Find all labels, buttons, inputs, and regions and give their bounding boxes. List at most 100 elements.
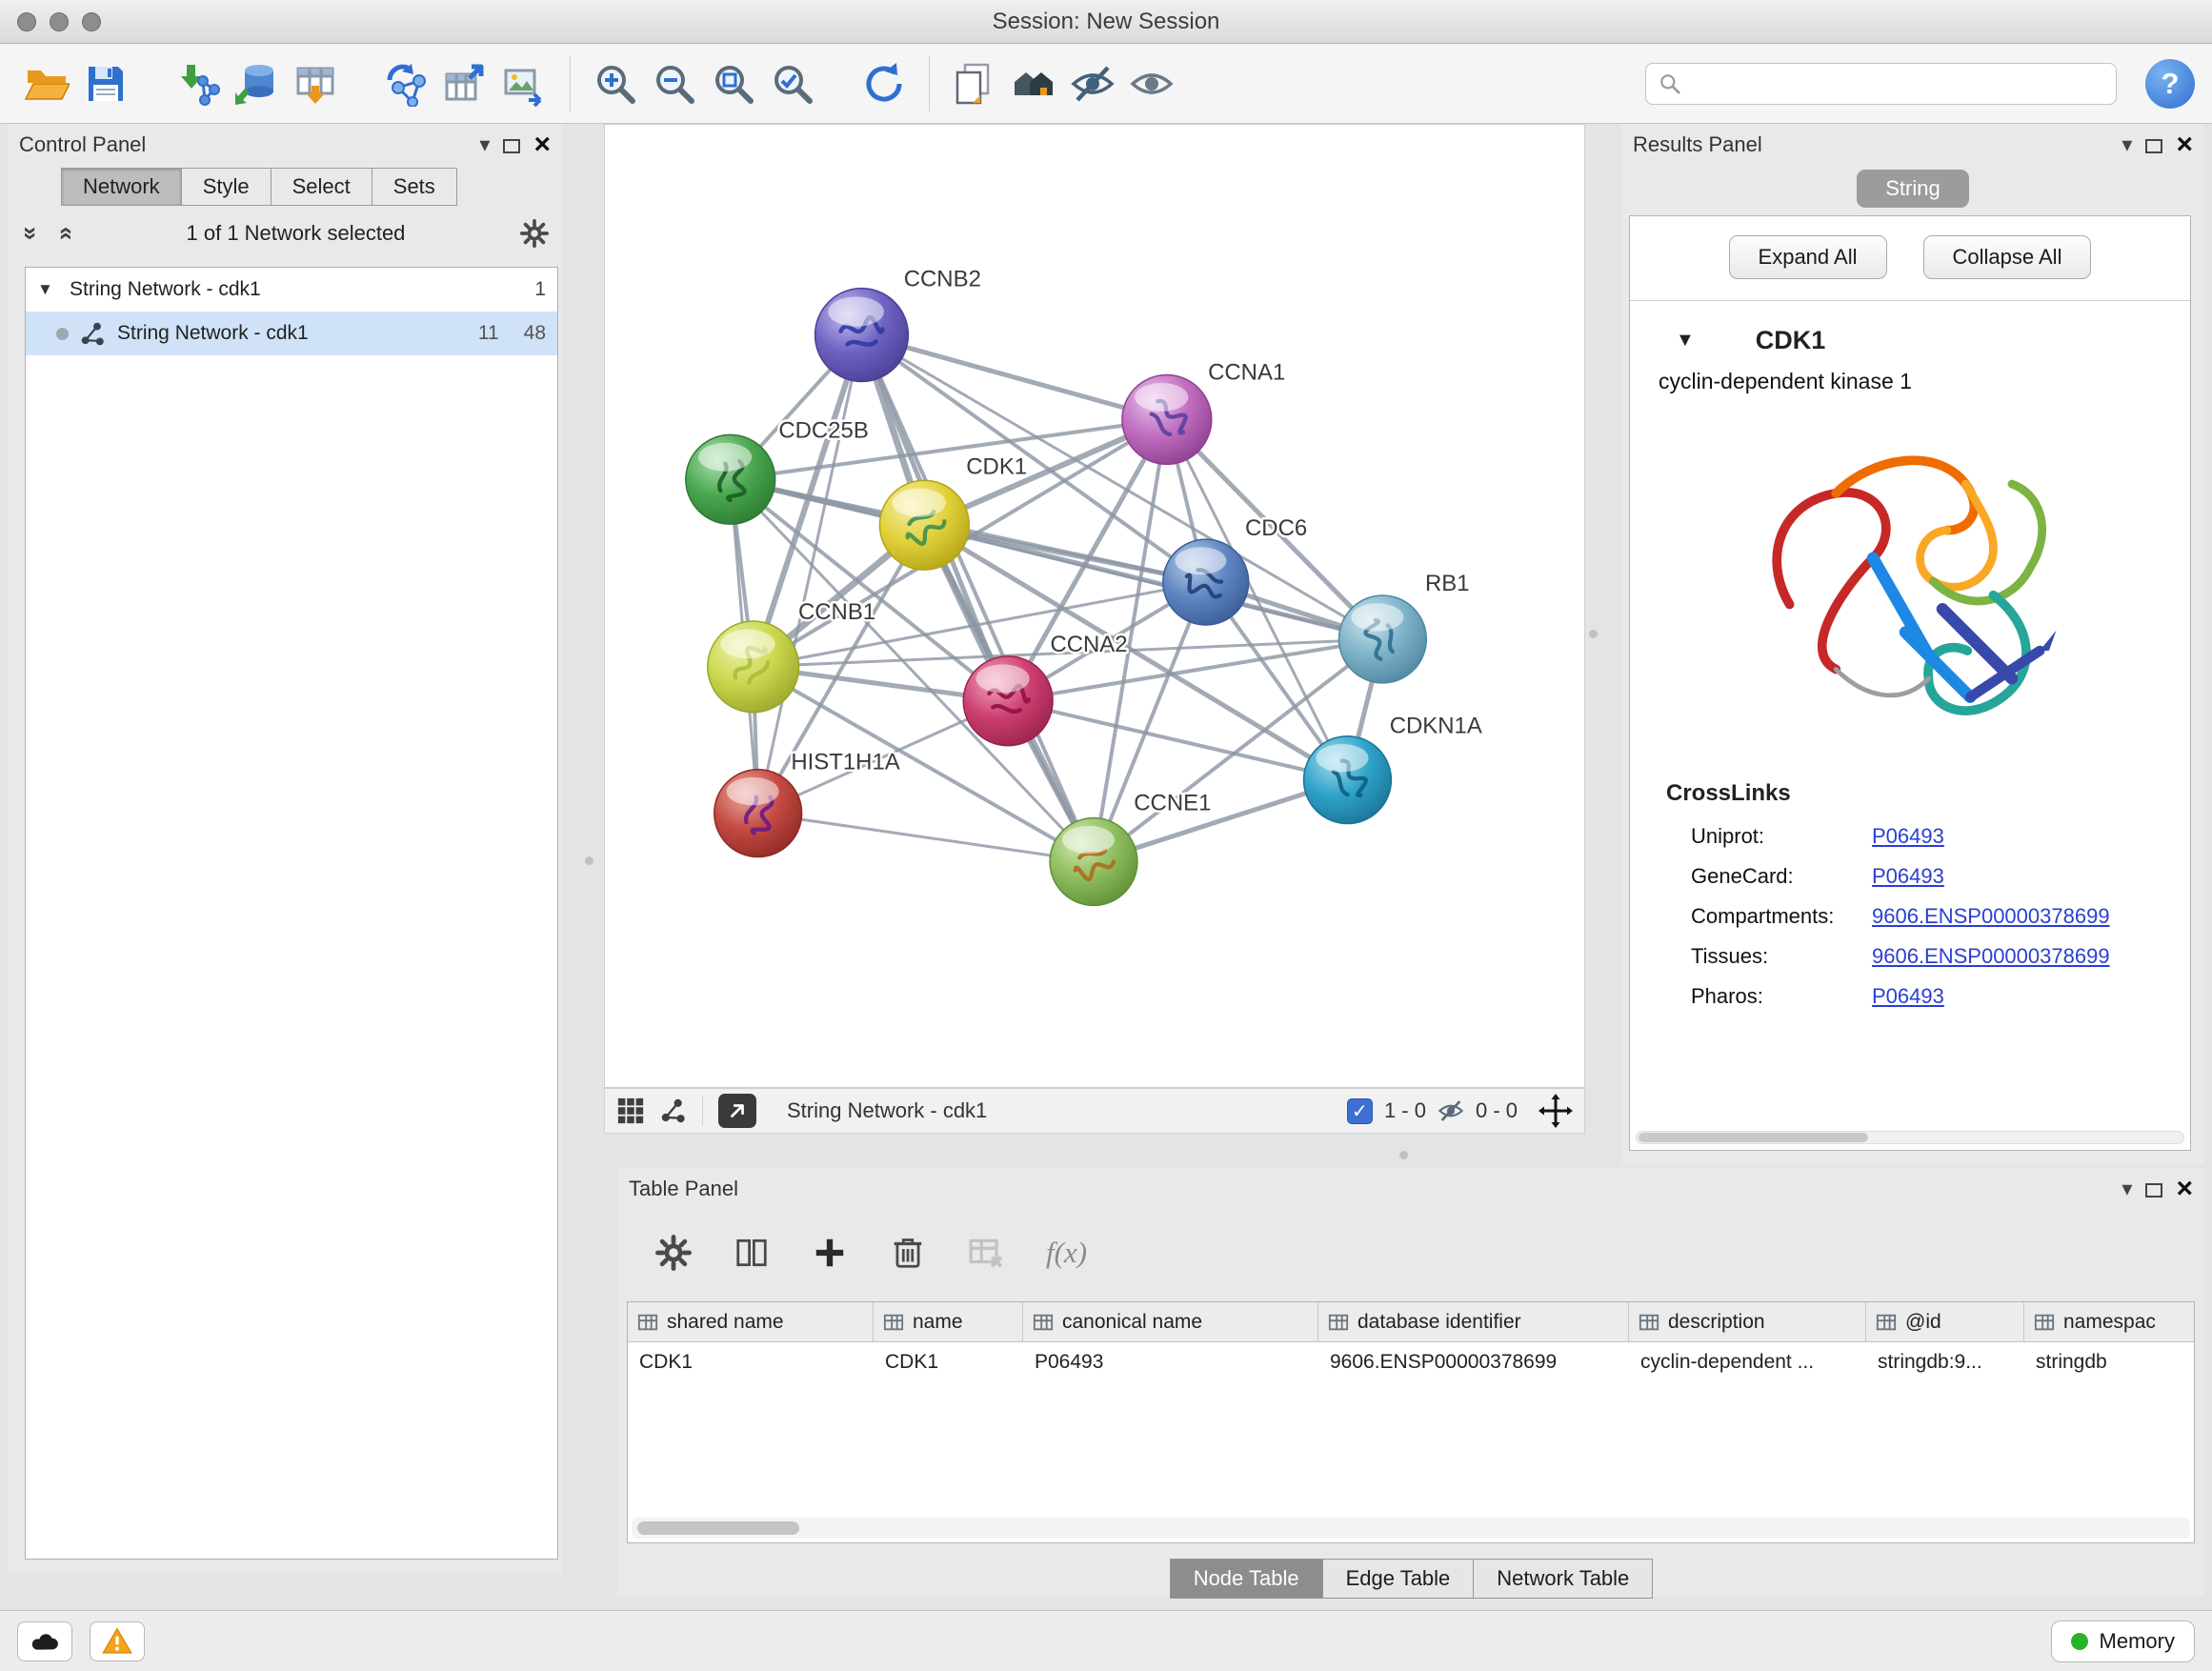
table-cell[interactable]: P06493 bbox=[1023, 1342, 1318, 1382]
export-table-button[interactable] bbox=[436, 53, 495, 114]
tab-network[interactable]: Network bbox=[61, 168, 182, 206]
import-table-button[interactable] bbox=[286, 53, 345, 114]
tab-style[interactable]: Style bbox=[181, 168, 271, 206]
table-panel: Table Panel ▾ × f(x) shared name name ca… bbox=[617, 1168, 2204, 1597]
function-builder-button[interactable]: f(x) bbox=[1046, 1236, 1087, 1270]
network-row-selected[interactable]: String Network - cdk1 11 48 bbox=[26, 312, 557, 355]
open-session-button[interactable] bbox=[17, 53, 76, 114]
save-session-button[interactable] bbox=[76, 53, 135, 114]
panel-float-icon[interactable] bbox=[2145, 137, 2162, 153]
import-network-file-button[interactable] bbox=[168, 53, 227, 114]
tab-edge-table[interactable]: Edge Table bbox=[1322, 1559, 1475, 1599]
splitter-grip[interactable] bbox=[1399, 1151, 1408, 1159]
refresh-button[interactable] bbox=[855, 53, 914, 114]
network-collection-row[interactable]: ▼ String Network - cdk1 1 bbox=[26, 268, 557, 312]
column-header[interactable]: canonical name bbox=[1023, 1302, 1318, 1341]
tab-node-table[interactable]: Node Table bbox=[1170, 1559, 1323, 1599]
column-header[interactable]: @id bbox=[1866, 1302, 2024, 1341]
memory-button[interactable]: Memory bbox=[2051, 1621, 2195, 1662]
results-scrollbar[interactable] bbox=[1636, 1131, 2184, 1144]
network-node-label: CCNE1 bbox=[1134, 791, 1211, 816]
zoom-selected-button[interactable] bbox=[763, 53, 822, 114]
import-network-database-button[interactable] bbox=[227, 53, 286, 114]
export-image-button[interactable] bbox=[495, 53, 554, 114]
protein-name: CDK1 bbox=[1756, 326, 1826, 355]
network-canvas[interactable]: CCNB2CCNA1CDC25BCDK1CDC6RB1CCNB1CCNA2CDK… bbox=[605, 125, 1584, 1087]
tab-network-table[interactable]: Network Table bbox=[1473, 1559, 1653, 1599]
table-cell[interactable]: cyclin-dependent ... bbox=[1629, 1342, 1866, 1382]
panel-collapse-icon[interactable]: ▾ bbox=[2122, 132, 2132, 157]
tab-sets[interactable]: Sets bbox=[372, 168, 457, 206]
close-window-button[interactable] bbox=[17, 12, 36, 31]
column-type-icon bbox=[883, 1312, 904, 1333]
strip-separator bbox=[702, 1096, 703, 1126]
zoom-in-button[interactable] bbox=[586, 53, 645, 114]
tree-expander-icon[interactable]: ▼ bbox=[37, 280, 58, 299]
pan-crosshair-icon[interactable] bbox=[1538, 1094, 1573, 1128]
results-tab-string[interactable]: String bbox=[1857, 170, 1968, 208]
help-button[interactable]: ? bbox=[2145, 59, 2195, 109]
column-header[interactable]: name bbox=[874, 1302, 1023, 1341]
hide-selected-button[interactable] bbox=[1063, 53, 1122, 114]
network-node: HIST1H1A bbox=[714, 750, 900, 857]
zoom-fit-button[interactable] bbox=[704, 53, 763, 114]
network-options-gear-icon[interactable] bbox=[520, 219, 549, 248]
cloud-status-button[interactable] bbox=[17, 1621, 72, 1661]
crosslink-link[interactable]: 9606.ENSP00000378699 bbox=[1872, 944, 2110, 969]
warnings-button[interactable] bbox=[90, 1621, 145, 1661]
network-node-label: CDC25B bbox=[778, 417, 868, 443]
zoom-out-button[interactable] bbox=[645, 53, 704, 114]
zoom-window-button[interactable] bbox=[82, 12, 101, 31]
panel-close-icon[interactable]: × bbox=[533, 131, 551, 159]
panel-float-icon[interactable] bbox=[503, 137, 520, 153]
eye-slash-icon bbox=[1070, 61, 1116, 107]
table-header-row: shared name name canonical name database… bbox=[628, 1302, 2194, 1342]
crosslink-link[interactable]: P06493 bbox=[1872, 824, 1944, 849]
crosslink-link[interactable]: 9606.ENSP00000378699 bbox=[1872, 904, 2110, 929]
protein-section-header[interactable]: ▼ CDK1 bbox=[1630, 301, 2190, 363]
table-cell[interactable]: stringdb bbox=[2024, 1342, 2194, 1382]
table-cell[interactable]: 9606.ENSP00000378699 bbox=[1318, 1342, 1629, 1382]
table-settings-gear-icon[interactable] bbox=[655, 1235, 692, 1271]
table-cell[interactable]: CDK1 bbox=[874, 1342, 1023, 1382]
birdseye-toggle-icon[interactable] bbox=[616, 1097, 645, 1125]
column-header[interactable]: namespac bbox=[2024, 1302, 2194, 1341]
search-input[interactable] bbox=[1690, 72, 2104, 95]
create-column-icon[interactable] bbox=[812, 1235, 848, 1271]
panel-close-icon[interactable]: × bbox=[2176, 131, 2193, 159]
string-home-button[interactable] bbox=[1004, 53, 1063, 114]
table-cell[interactable]: stringdb:9... bbox=[1866, 1342, 2024, 1382]
panel-collapse-icon[interactable]: ▾ bbox=[2122, 1177, 2132, 1201]
toggle-columns-icon[interactable] bbox=[734, 1235, 770, 1271]
table-horizontal-scrollbar[interactable] bbox=[632, 1518, 2190, 1539]
column-header[interactable]: description bbox=[1629, 1302, 1866, 1341]
panel-float-icon[interactable] bbox=[2145, 1181, 2162, 1198]
splitter-grip[interactable] bbox=[585, 856, 593, 865]
table-row[interactable]: CDK1 CDK1 P06493 9606.ENSP00000378699 cy… bbox=[628, 1342, 2194, 1382]
selected-counts: 1 - 0 bbox=[1384, 1098, 1426, 1123]
section-caret-icon[interactable]: ▼ bbox=[1676, 330, 1695, 352]
results-scrollbar-thumb[interactable] bbox=[1639, 1133, 1868, 1142]
show-all-button[interactable] bbox=[1122, 53, 1181, 114]
expand-all-icon[interactable]: » bbox=[52, 227, 77, 240]
splitter-grip[interactable] bbox=[1589, 630, 1598, 638]
minimize-window-button[interactable] bbox=[50, 12, 69, 31]
string-share-icon[interactable] bbox=[660, 1097, 687, 1124]
new-network-button[interactable] bbox=[377, 53, 436, 114]
crosslink-link[interactable]: P06493 bbox=[1872, 984, 1944, 1009]
copy-button[interactable] bbox=[945, 53, 1004, 114]
column-header[interactable]: database identifier bbox=[1318, 1302, 1629, 1341]
crosslink-link[interactable]: P06493 bbox=[1872, 864, 1944, 889]
expand-all-button[interactable]: Expand All bbox=[1729, 235, 1887, 279]
panel-close-icon[interactable]: × bbox=[2176, 1175, 2193, 1203]
table-cell[interactable]: CDK1 bbox=[628, 1342, 874, 1382]
collapse-all-button[interactable]: Collapse All bbox=[1923, 235, 2092, 279]
delete-column-icon[interactable] bbox=[890, 1235, 926, 1271]
column-header[interactable]: shared name bbox=[628, 1302, 874, 1341]
tab-select[interactable]: Select bbox=[271, 168, 372, 206]
collapse-all-icon[interactable]: » bbox=[19, 227, 44, 240]
selected-checkbox-icon[interactable]: ✓ bbox=[1347, 1098, 1373, 1124]
panel-collapse-icon[interactable]: ▾ bbox=[479, 132, 490, 157]
open-external-button[interactable] bbox=[718, 1094, 756, 1128]
table-scrollbar-thumb[interactable] bbox=[637, 1521, 799, 1535]
